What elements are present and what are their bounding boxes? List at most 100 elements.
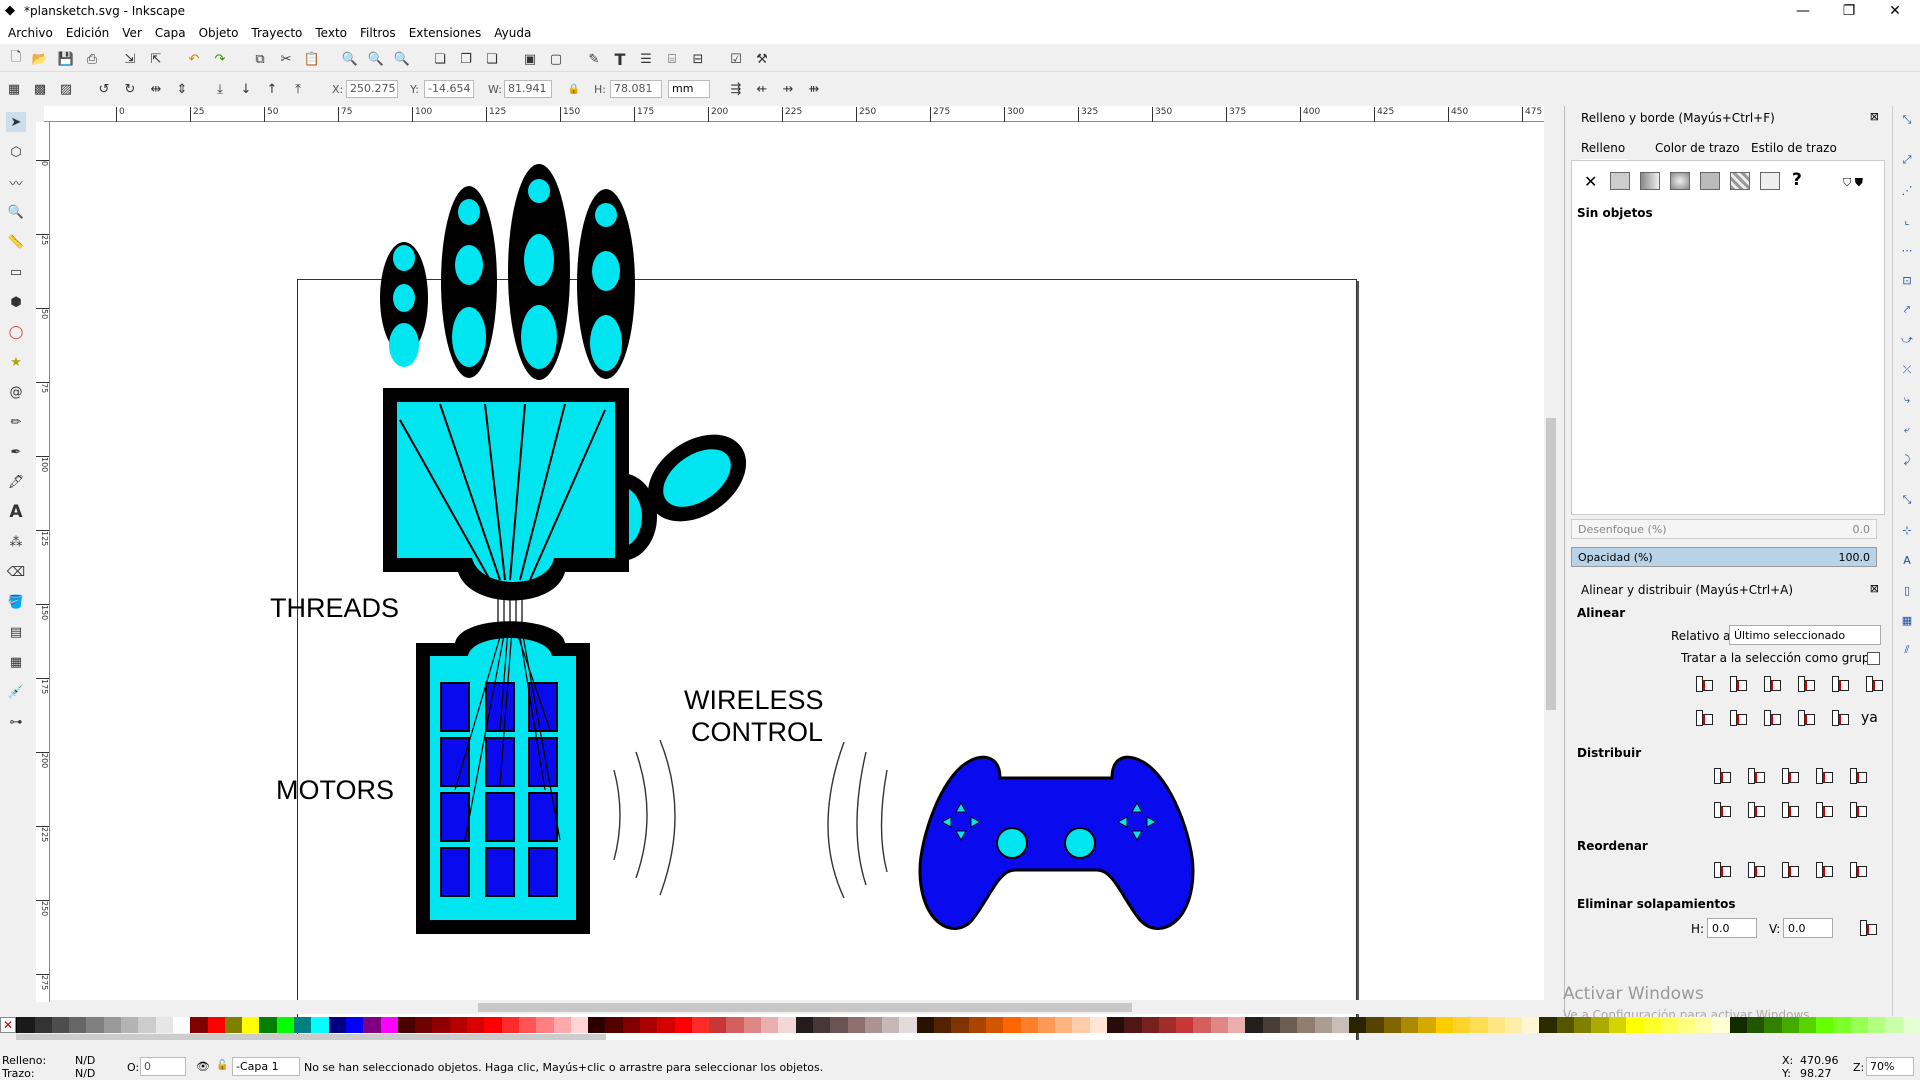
group-icon[interactable]: ▣ xyxy=(520,49,540,69)
distribute-baseline-v-icon[interactable] xyxy=(1845,798,1867,820)
align-panel-close-icon[interactable]: ⊠ xyxy=(1870,582,1879,595)
palette-swatch[interactable] xyxy=(449,1017,468,1033)
palette-swatch[interactable] xyxy=(968,1017,986,1033)
palette-swatch[interactable] xyxy=(536,1017,554,1033)
palette-swatch[interactable] xyxy=(1279,1017,1298,1033)
color-palette[interactable] xyxy=(0,1017,1920,1033)
3d-box-tool-icon[interactable]: ⬢ xyxy=(6,292,26,312)
rotate-cw-icon[interactable]: ↻ xyxy=(120,79,140,99)
palette-swatch[interactable] xyxy=(1798,1017,1817,1033)
palette-swatch[interactable] xyxy=(1107,1017,1125,1033)
remove-overlaps-icon[interactable] xyxy=(1855,916,1877,938)
palette-swatch[interactable] xyxy=(1366,1017,1384,1033)
copy-icon[interactable]: ⧉ xyxy=(250,49,270,69)
align-distribute-icon[interactable]: ⊟ xyxy=(688,49,708,69)
palette-swatch[interactable] xyxy=(242,1017,260,1033)
duplicate-icon[interactable]: ❏ xyxy=(430,49,450,69)
palette-swatch[interactable] xyxy=(1331,1017,1350,1033)
palette-swatch[interactable] xyxy=(1487,1017,1505,1033)
snap-bbox-midpoints-icon[interactable]: ⋯ xyxy=(1897,240,1917,260)
palette-swatch[interactable] xyxy=(1764,1017,1782,1033)
tab-stroke-color[interactable]: Color de trazo xyxy=(1653,141,1742,161)
palette-swatch[interactable] xyxy=(1625,1017,1644,1033)
palette-swatch[interactable] xyxy=(743,1017,762,1033)
palette-swatch[interactable] xyxy=(1885,1017,1903,1033)
y-input[interactable]: -14.654 xyxy=(424,80,474,98)
pen-tool-icon[interactable]: ✒ xyxy=(6,442,26,462)
label-motors[interactable]: MOTORS xyxy=(276,775,394,805)
snap-bbox-edges-icon[interactable]: ⋰ xyxy=(1897,180,1917,200)
no-paint-icon[interactable]: ✕ xyxy=(1584,172,1597,191)
palette-swatch[interactable] xyxy=(1470,1017,1488,1033)
layer-lock-icon[interactable]: 🔓 xyxy=(216,1060,228,1071)
palette-swatch[interactable] xyxy=(380,1017,398,1033)
palette-swatch[interactable] xyxy=(570,1017,589,1033)
palette-swatch[interactable] xyxy=(812,1017,831,1033)
distribute-top-icon[interactable] xyxy=(1709,798,1731,820)
randomize-centers-icon[interactable] xyxy=(1811,858,1833,880)
redo-icon[interactable]: ↷ xyxy=(210,49,230,69)
palette-swatch[interactable] xyxy=(1746,1017,1765,1033)
align-center-horizontal-icon[interactable] xyxy=(1759,706,1781,728)
status-fill-value[interactable]: N/D xyxy=(75,1054,95,1067)
palette-swatch[interactable] xyxy=(1037,1017,1056,1033)
palette-swatch[interactable] xyxy=(1228,1017,1246,1033)
opacity-slider[interactable]: Opacidad (%) 100.0 xyxy=(1571,547,1877,567)
paste-icon[interactable]: 📋 xyxy=(302,49,322,69)
rectangle-tool-icon[interactable]: ▭ xyxy=(6,262,26,282)
document-properties-icon[interactable]: ☑ xyxy=(726,49,746,69)
distribute-gaps-h-icon[interactable] xyxy=(1811,764,1833,786)
palette-swatch[interactable] xyxy=(726,1017,744,1033)
palette-swatch[interactable] xyxy=(622,1017,640,1033)
fill-stroke-panel-header[interactable]: Relleno y borde (Mayús+Ctrl+F) ⊠ xyxy=(1565,108,1889,128)
snap-bbox-icon[interactable]: ⤢ xyxy=(1897,150,1917,170)
zoom-input[interactable]: 70% xyxy=(1866,1057,1914,1076)
palette-swatch[interactable] xyxy=(1089,1017,1107,1033)
distribute-center-v-icon[interactable] xyxy=(1743,798,1765,820)
text-tool-icon[interactable]: A xyxy=(6,502,26,522)
unlink-clone-icon[interactable]: ❑ xyxy=(482,49,502,69)
tab-fill[interactable]: Relleno xyxy=(1579,141,1628,161)
text-font-icon[interactable]: T xyxy=(610,49,630,69)
palette-swatch[interactable] xyxy=(190,1017,208,1033)
snap-enable-icon[interactable]: ⤡ xyxy=(1897,110,1917,130)
menu-objeto[interactable]: Objeto xyxy=(199,24,246,44)
maximize-button[interactable]: ❐ xyxy=(1826,0,1872,24)
palette-swatch[interactable] xyxy=(934,1017,952,1033)
w-input[interactable]: 81.941 xyxy=(504,80,552,98)
palette-swatch[interactable] xyxy=(259,1017,277,1033)
print-icon[interactable]: ⎙ xyxy=(82,49,102,69)
palette-swatch[interactable] xyxy=(1902,1017,1920,1033)
palette-swatch[interactable] xyxy=(847,1017,865,1033)
align-right-edge-icon[interactable] xyxy=(1691,672,1713,694)
palette-swatch[interactable] xyxy=(276,1017,295,1033)
palette-swatch[interactable] xyxy=(795,1017,813,1033)
paint-bucket-tool-icon[interactable]: 🪣 xyxy=(6,592,26,612)
scale-stroke-icon[interactable]: ⇶ xyxy=(726,79,746,99)
palette-swatch[interactable] xyxy=(207,1017,225,1033)
ellipse-tool-icon[interactable]: ◯ xyxy=(6,322,26,342)
lower-icon[interactable]: ↓ xyxy=(236,79,256,99)
snap-smooth-nodes-icon[interactable]: ⤶ xyxy=(1897,420,1917,440)
pencil-tool-icon[interactable]: ✏ xyxy=(6,412,26,432)
label-threads[interactable]: THREADS xyxy=(270,593,399,623)
snap-grid-icon[interactable]: ▦ xyxy=(1897,610,1917,630)
palette-swatch[interactable] xyxy=(1608,1017,1626,1033)
align-right-icon[interactable] xyxy=(1793,672,1815,694)
exchange-clockwise-icon[interactable] xyxy=(1777,858,1799,880)
palette-swatch[interactable] xyxy=(345,1017,364,1033)
palette-swatch[interactable] xyxy=(864,1017,883,1033)
palette-swatch[interactable] xyxy=(1401,1017,1419,1033)
palette-swatch[interactable] xyxy=(1349,1017,1367,1033)
unset-paint-icon[interactable]: ? xyxy=(1792,170,1802,190)
raise-icon[interactable]: ↑ xyxy=(262,79,282,99)
snap-page-border-icon[interactable]: ▯ xyxy=(1897,580,1917,600)
node-tool-icon[interactable]: ⬡ xyxy=(6,142,26,162)
palette-swatch[interactable] xyxy=(121,1017,139,1033)
snap-paths-icon[interactable]: ⤻ xyxy=(1897,330,1917,350)
deselect-icon[interactable]: ▨ xyxy=(56,79,76,99)
menu-edicion[interactable]: Edición xyxy=(66,24,116,44)
snap-rotation-center-icon[interactable]: ⊹ xyxy=(1897,520,1917,540)
mesh-gradient-icon[interactable] xyxy=(1700,172,1720,190)
spiral-tool-icon[interactable]: @ xyxy=(6,382,26,402)
